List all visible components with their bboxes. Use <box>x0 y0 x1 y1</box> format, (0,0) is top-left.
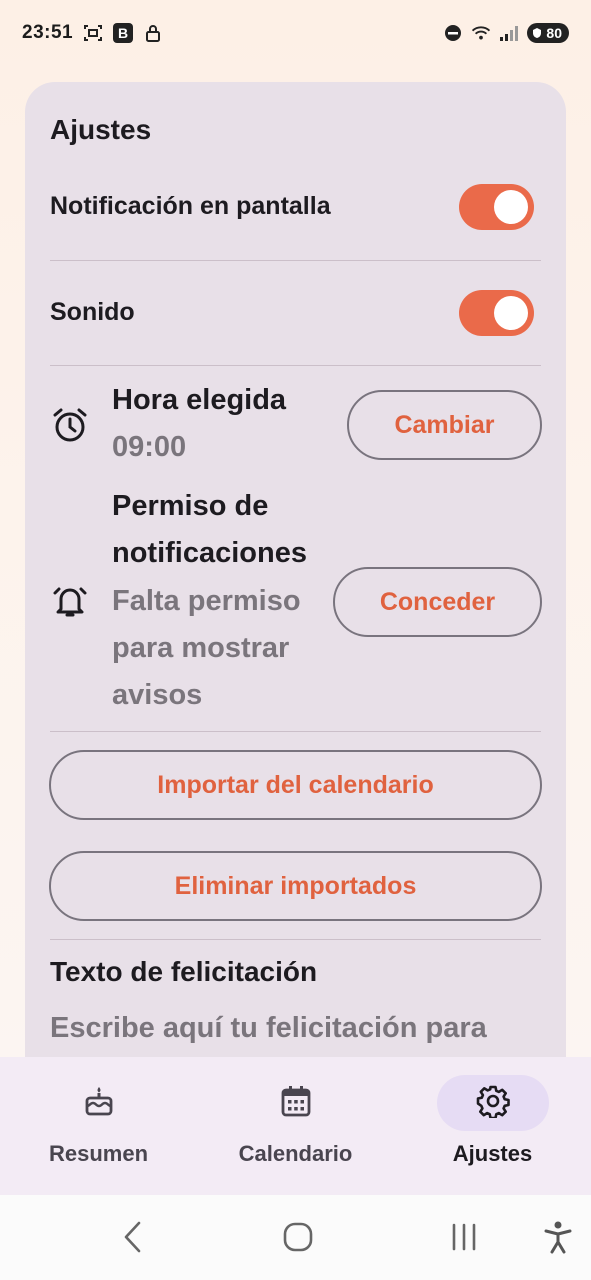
delete-imported-button[interactable]: Eliminar importados <box>49 851 542 921</box>
permission-status-line1: Falta permiso <box>112 585 301 617</box>
battery-icon: 80 <box>527 23 569 43</box>
on-screen-notification-toggle[interactable] <box>459 184 534 230</box>
divider <box>50 260 541 261</box>
system-navigation-bar <box>0 1195 591 1280</box>
permission-status-line2: para mostrar <box>112 632 290 664</box>
nav-label-resumen: Resumen <box>48 1141 149 1166</box>
nav-item-ajustes[interactable]: Ajustes <box>394 1057 591 1195</box>
battery-level: 80 <box>546 25 562 41</box>
accessibility-icon[interactable] <box>538 1217 578 1257</box>
back-icon[interactable] <box>113 1217 153 1257</box>
toggle-knob <box>494 190 528 224</box>
status-bar: 23:51 B 80 <box>0 0 591 66</box>
greeting-section-title: Texto de felicitación <box>50 956 318 987</box>
nav-item-resumen[interactable]: Resumen <box>0 1057 197 1195</box>
lock-icon <box>143 23 163 43</box>
wifi-icon <box>471 23 491 43</box>
signal-icon <box>499 23 519 43</box>
b-app-icon: B <box>113 23 134 43</box>
dnd-icon <box>443 23 463 43</box>
status-time: 23:51 <box>22 22 74 43</box>
greeting-text-input[interactable]: Escribe aquí tu felicitación para <box>50 1012 487 1045</box>
nav-label-calendario: Calendario <box>238 1141 353 1166</box>
settings-card: Ajustes Notificación en pantalla Sonido … <box>25 82 566 1182</box>
calendar-icon <box>279 1084 313 1123</box>
toggle-knob <box>494 296 528 330</box>
chosen-time-label: Hora elegida <box>112 384 287 416</box>
divider <box>50 939 541 940</box>
recent-apps-icon[interactable] <box>444 1217 484 1257</box>
screenshot-icon <box>83 23 103 43</box>
import-calendar-button[interactable]: Importar del calendario <box>49 750 542 820</box>
divider <box>50 731 541 732</box>
alarm-clock-icon <box>49 404 91 446</box>
nav-pill-active <box>436 1075 549 1131</box>
chosen-time-value: 09:00 <box>112 431 187 463</box>
cake-icon <box>82 1084 116 1123</box>
bottom-navigation: Resumen Calendario Ajustes <box>0 1057 591 1195</box>
nav-label-ajustes: Ajustes <box>452 1141 533 1166</box>
nav-pill <box>43 1075 155 1131</box>
sound-label: Sonido <box>50 298 135 326</box>
nav-item-calendario[interactable]: Calendario <box>197 1057 394 1195</box>
divider <box>50 365 541 366</box>
on-screen-notification-label: Notificación en pantalla <box>50 192 331 220</box>
permission-label-line2: notificaciones <box>112 537 307 569</box>
permission-label-line1: Permiso de <box>112 490 269 522</box>
alarm-bell-icon <box>49 580 91 622</box>
gear-icon <box>476 1084 510 1123</box>
permission-status-line3: avisos <box>112 679 203 711</box>
change-time-button[interactable]: Cambiar <box>347 390 542 460</box>
settings-title: Ajustes <box>50 114 152 145</box>
nav-pill <box>240 1075 352 1131</box>
home-icon[interactable] <box>278 1217 318 1257</box>
grant-permission-button[interactable]: Conceder <box>333 567 542 637</box>
sound-toggle[interactable] <box>459 290 534 336</box>
